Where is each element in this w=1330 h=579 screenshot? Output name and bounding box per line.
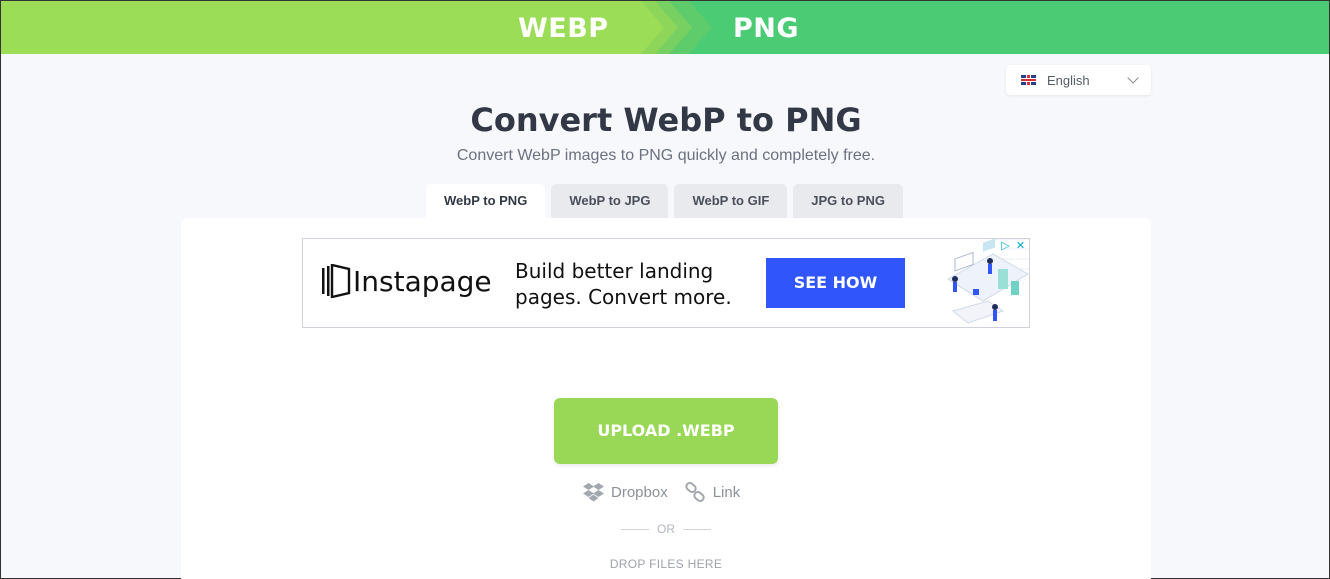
dropbox-source[interactable]: Dropbox <box>583 482 668 502</box>
dropbox-label: Dropbox <box>611 483 668 501</box>
or-label: OR <box>657 522 675 536</box>
format-banner: WEBP PNG <box>1 1 1329 54</box>
upload-sources: Dropbox Link <box>583 482 740 502</box>
divider-line-right <box>683 529 711 531</box>
upload-button[interactable]: UPLOAD .WEBP <box>554 398 778 464</box>
tab-webp-to-jpg[interactable]: WebP to JPG <box>551 184 669 218</box>
source-format-label: WEBP <box>518 13 609 44</box>
page-subtitle: Convert WebP images to PNG quickly and c… <box>456 147 876 164</box>
ad-choices: ▷ ✕ <box>999 240 1027 253</box>
language-select[interactable]: English <box>1006 65 1151 95</box>
ad-info-icon[interactable]: ▷ <box>999 240 1012 253</box>
dropbox-icon <box>583 482 604 501</box>
instapage-logo-icon <box>322 264 351 298</box>
uk-flag-icon <box>1021 75 1036 85</box>
tab-jpg-to-png[interactable]: JPG to PNG <box>793 184 903 218</box>
or-divider: OR <box>1 522 1330 536</box>
link-source[interactable]: Link <box>684 482 741 502</box>
divider-line-left <box>621 529 649 531</box>
tab-webp-to-gif[interactable]: WebP to GIF <box>674 184 788 218</box>
advertisement-banner[interactable]: Instapage Build better landing pages. Co… <box>302 238 1030 328</box>
tab-webp-to-png[interactable]: WebP to PNG <box>426 184 546 219</box>
ad-cta-button[interactable]: SEE HOW <box>766 258 905 308</box>
drop-zone-label: DROP FILES HERE <box>609 557 723 571</box>
link-icon <box>685 482 705 502</box>
language-label: English <box>1047 72 1090 88</box>
target-format-label: PNG <box>733 13 800 44</box>
ad-close-icon[interactable]: ✕ <box>1014 240 1027 253</box>
link-label: Link <box>712 483 741 501</box>
converter-tabs: WebP to PNG WebP to JPG WebP to GIF JPG … <box>426 184 903 219</box>
ad-headline: Build better landing pages. Convert more… <box>515 259 732 309</box>
ad-brand-logo: Instapage <box>321 264 492 298</box>
arrow-chevrons-icon <box>641 1 712 54</box>
chevron-down-icon <box>1127 72 1139 84</box>
ad-brand-name: Instapage <box>353 264 492 298</box>
page-title: Convert WebP to PNG <box>470 101 862 139</box>
